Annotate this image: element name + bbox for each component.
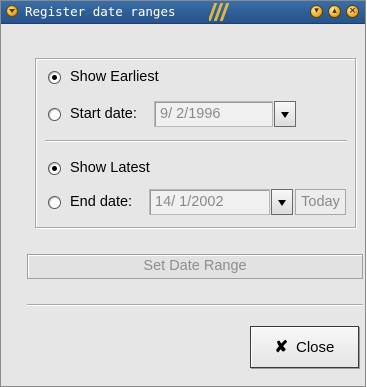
close-icon: ×	[348, 6, 357, 16]
title-stripes-decoration	[209, 3, 299, 21]
maximize-icon: ▴	[332, 6, 337, 16]
footer-divider	[27, 304, 363, 306]
close-button-label: Close	[296, 338, 335, 356]
maximize-button[interactable]: ▴	[328, 5, 341, 18]
title-bar[interactable]: Register date ranges ▾ ▴ ×	[1, 1, 365, 24]
minimize-button[interactable]: ▾	[310, 5, 323, 18]
start-date-radio[interactable]	[48, 107, 61, 121]
start-date-option[interactable]: Start date:	[48, 105, 137, 123]
set-date-range-button[interactable]: Set Date Range	[27, 254, 363, 279]
end-date-dropdown-button[interactable]	[271, 189, 293, 215]
register-date-ranges-window: Register date ranges ▾ ▴ × Show Earliest…	[0, 0, 366, 387]
show-earliest-label: Show Earliest	[70, 69, 159, 85]
end-date-field[interactable]: 14/ 1/2002	[149, 189, 270, 215]
close-button[interactable]: ✘ Close	[250, 326, 359, 368]
minimize-icon: ▾	[314, 6, 319, 16]
start-date-dropdown-button[interactable]	[274, 101, 296, 127]
show-latest-option[interactable]: Show Latest	[48, 159, 150, 177]
end-date-radio[interactable]	[48, 195, 61, 209]
show-earliest-radio[interactable]	[48, 70, 61, 84]
start-date-label: Start date:	[70, 106, 137, 122]
window-title: Register date ranges	[25, 4, 176, 19]
end-date-label: End date:	[70, 194, 133, 210]
today-button[interactable]: Today	[295, 189, 346, 215]
show-latest-radio[interactable]	[48, 161, 61, 175]
window-menu-icon[interactable]	[6, 5, 18, 17]
group-divider	[45, 140, 347, 142]
start-date-field[interactable]: 9/ 2/1996	[154, 101, 273, 127]
show-earliest-option[interactable]: Show Earliest	[48, 68, 159, 86]
end-date-option[interactable]: End date:	[48, 193, 132, 211]
show-latest-label: Show Latest	[70, 160, 150, 176]
close-window-button[interactable]: ×	[346, 5, 359, 18]
close-x-icon: ✘	[274, 339, 289, 356]
